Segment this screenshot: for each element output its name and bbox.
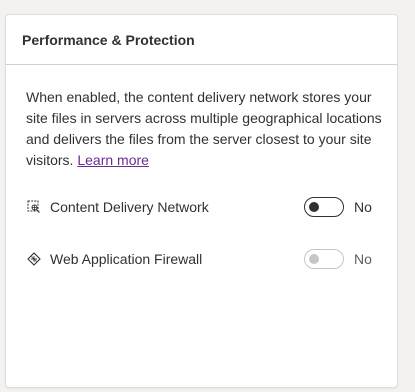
section-title: Performance & Protection bbox=[6, 15, 397, 65]
cdn-toggle-knob bbox=[309, 202, 319, 212]
waf-setting-row: Web Application Firewall No bbox=[26, 247, 386, 271]
waf-toggle-knob bbox=[309, 254, 319, 264]
cdn-setting-row: Content Delivery Network No bbox=[26, 195, 386, 219]
cdn-toggle[interactable] bbox=[304, 197, 344, 217]
waf-toggle[interactable] bbox=[304, 249, 344, 269]
cdn-toggle-state: No bbox=[354, 199, 372, 215]
firewall-icon bbox=[26, 251, 42, 267]
section-description: When enabled, the content delivery netwo… bbox=[26, 87, 386, 171]
performance-protection-card: Performance & Protection When enabled, t… bbox=[5, 14, 398, 388]
waf-toggle-state: No bbox=[354, 251, 372, 267]
cdn-icon bbox=[26, 199, 42, 215]
learn-more-link[interactable]: Learn more bbox=[77, 152, 149, 168]
